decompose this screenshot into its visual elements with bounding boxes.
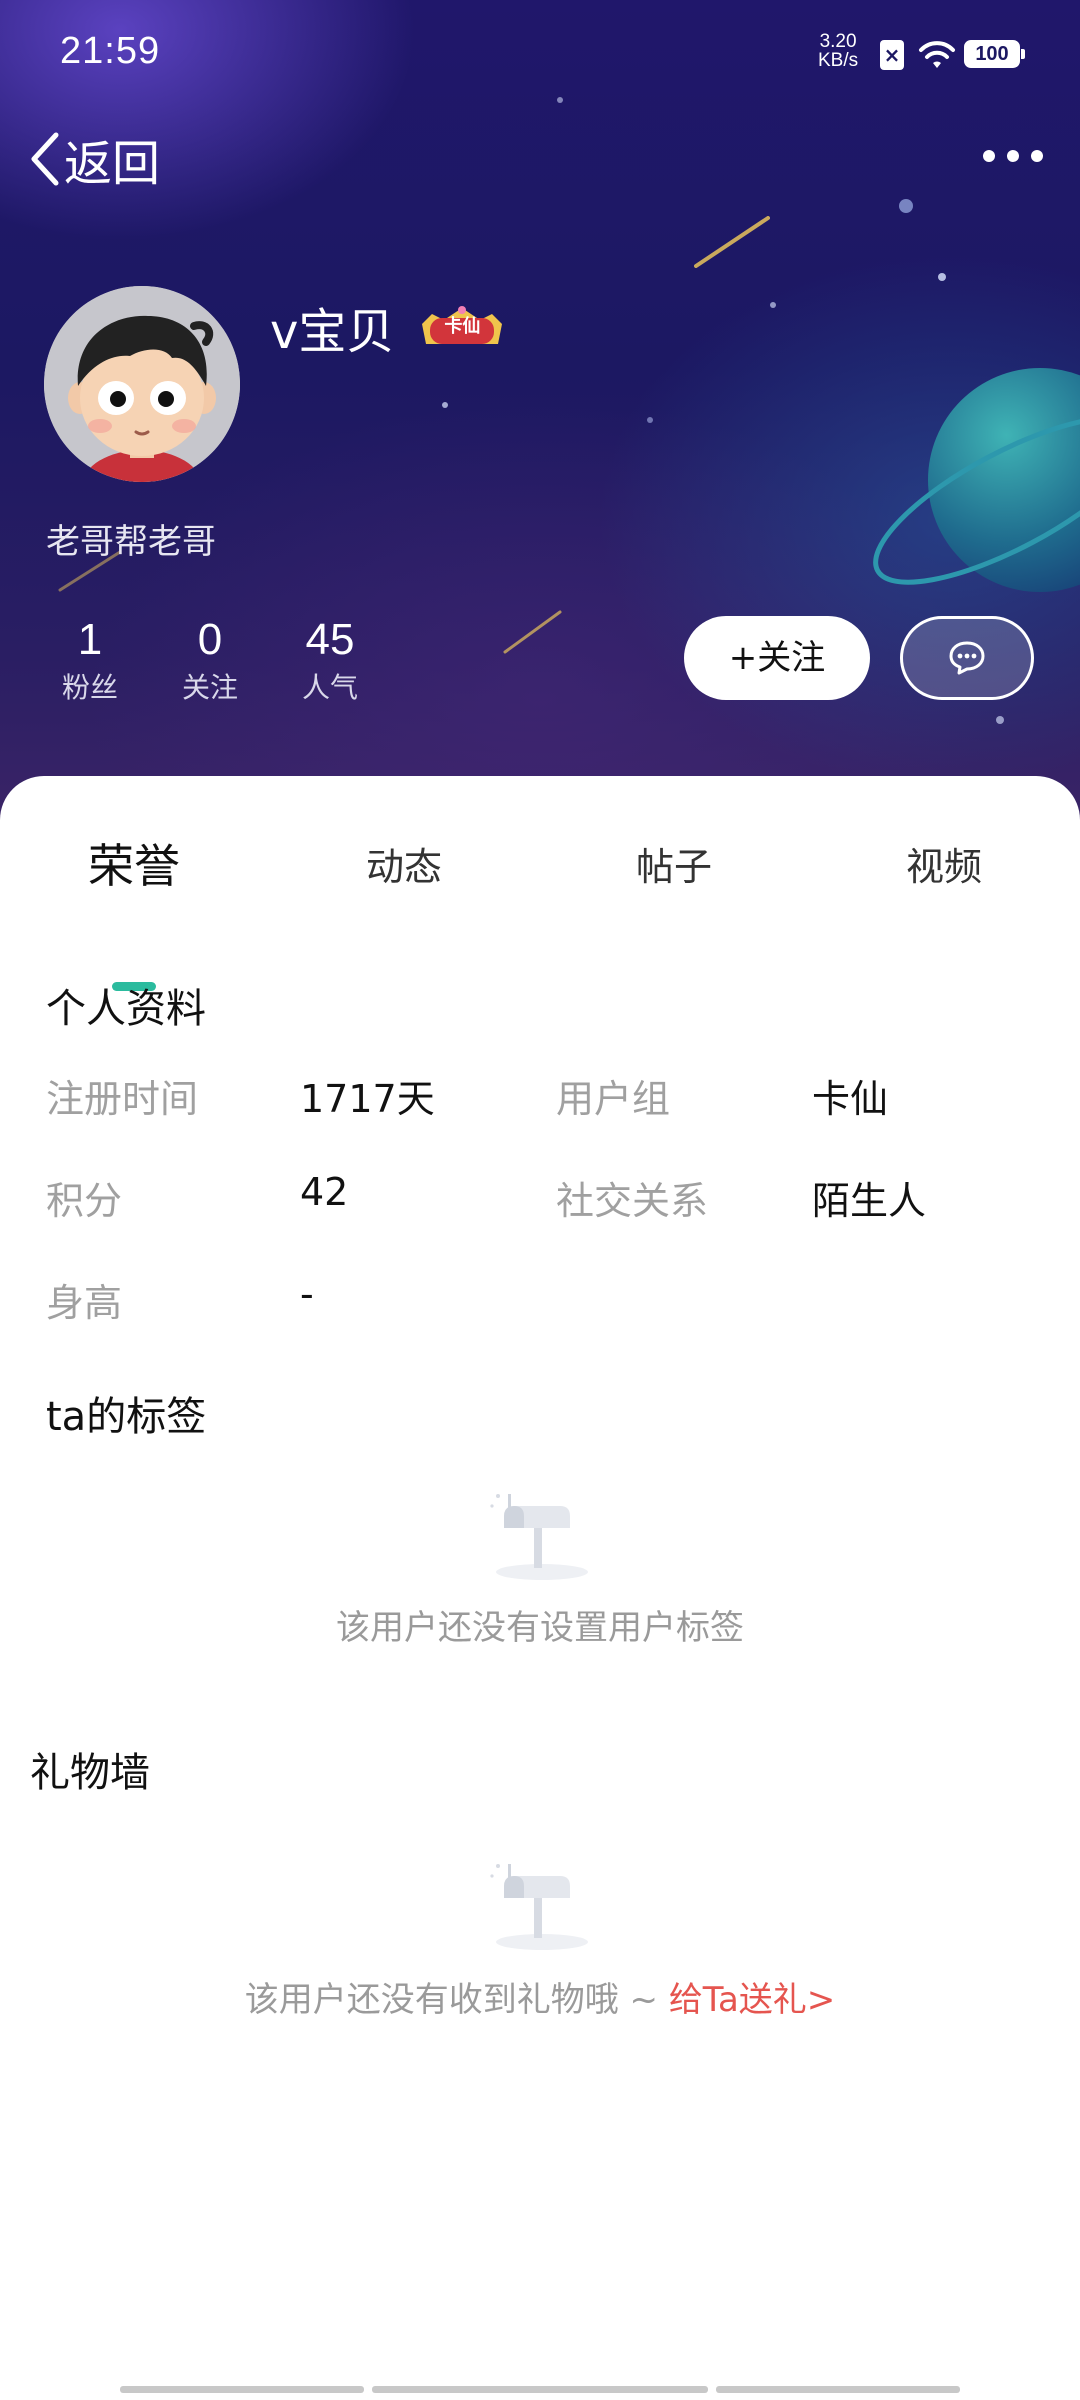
back-button[interactable]: 返回 [28,124,160,194]
tags-title: ta的标签 [46,1394,207,1440]
home-indicator-segment [716,2386,960,2393]
stat-value: 0 [197,615,223,664]
stat-popularity: 45 人气 [270,612,390,708]
user-bio: 老哥帮老哥 [46,522,216,562]
stat-label: 人气 [301,671,358,704]
info-value-user-group: 卡仙 [812,1077,889,1121]
network-speed-value: 3.20 [819,31,857,52]
profile-tabs: 荣誉 动态 帖子 视频 [0,836,1080,991]
info-value-register-time: 1717天 [300,1077,435,1121]
wifi-icon [919,41,955,68]
stat-following[interactable]: 0 关注 [150,612,270,708]
username-text: v宝贝 [270,304,395,360]
avatar[interactable] [44,286,240,482]
profile-header: 21:59 3.20 KB/s × 100 返回 v宝贝 卡仙 老哥帮老哥 1 … [0,0,1080,820]
stat-value: 45 [305,615,355,664]
gift-empty-message: 该用户还没有收到礼物哦 ~ 给Ta送礼> [0,1972,1080,2021]
message-icon [949,641,985,675]
info-label-height: 身高 [46,1281,123,1325]
back-label: 返回 [64,136,161,192]
info-label-relationship: 社交关系 [556,1179,709,1223]
close-icon: × [880,40,904,70]
back-chevron-icon [31,132,59,186]
personal-info-title: 个人资料 [46,986,206,1032]
home-indicator-segment [372,2386,708,2393]
network-speed-unit: KB/s [818,50,859,71]
tags-empty-text: 该用户还没有设置用户标签 [336,1608,744,1648]
status-bar: 21:59 3.20 KB/s × 100 [0,0,1080,100]
vip-badge: 卡仙 [418,304,506,350]
stat-fans[interactable]: 1 粉丝 [30,612,150,708]
stat-label: 粉丝 [61,671,118,704]
stat-value: 1 [77,615,103,664]
stat-label: 关注 [181,671,238,704]
mailbox-icon [490,1494,588,1580]
info-label-register-time: 注册时间 [46,1077,199,1121]
tab-honor[interactable]: 荣誉 [34,830,234,896]
status-time: 21:59 [60,30,161,72]
more-icon[interactable] [978,136,1048,176]
info-label-points: 积分 [46,1179,123,1223]
avatar-image [44,286,240,482]
tab-activity[interactable]: 动态 [304,836,504,891]
tab-posts[interactable]: 帖子 [574,836,774,891]
info-value-height: - [300,1272,314,1316]
follow-button[interactable]: +关注 [684,616,870,700]
message-button[interactable] [900,616,1034,700]
home-indicator-segment [120,2386,364,2393]
info-value-relationship: 陌生人 [812,1179,927,1223]
send-gift-link[interactable]: 给Ta送礼> [669,1980,835,2020]
mailbox-icon [490,1864,588,1950]
info-label-user-group: 用户组 [556,1077,671,1121]
network-speed: 3.20 KB/s [818,32,858,70]
tab-videos[interactable]: 视频 [844,836,1044,891]
profile-stats: 1 粉丝 0 关注 45 人气 [30,612,390,708]
gift-empty-text: 该用户还没有收到礼物哦 ~ [244,1980,669,2020]
gift-wall-title: 礼物墙 [30,1750,150,1796]
username: v宝贝 卡仙 [270,292,506,362]
info-value-points: 42 [300,1170,349,1214]
battery-icon: 100 [964,40,1025,68]
profile-content: 荣誉 动态 帖子 视频 个人资料 注册时间 1717天 用户组 卡仙 积分 42… [0,776,1080,2400]
vip-badge-label: 卡仙 [444,316,481,337]
